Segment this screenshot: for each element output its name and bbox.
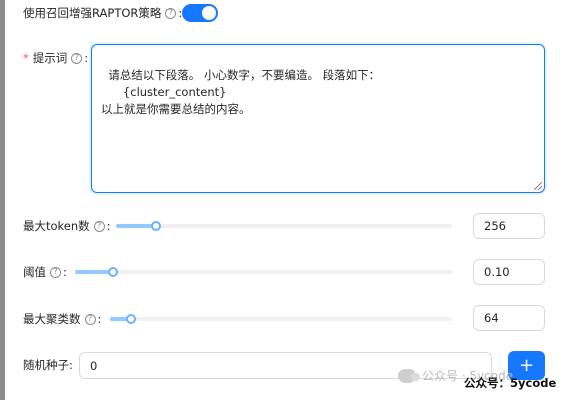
threshold-label: 阈值 bbox=[23, 265, 46, 279]
slider-rail bbox=[110, 317, 452, 321]
slider-track bbox=[116, 224, 157, 228]
help-icon[interactable]: ? bbox=[50, 266, 61, 278]
left-edge-bar bbox=[0, 0, 5, 400]
max-cluster-input[interactable]: 64 bbox=[473, 305, 545, 331]
max-token-input[interactable]: 256 bbox=[473, 213, 545, 239]
resize-handle[interactable] bbox=[534, 182, 542, 190]
max-token-label: 最大token数 bbox=[23, 219, 90, 233]
seed-label: 随机种子 bbox=[23, 358, 69, 372]
colon: : bbox=[106, 219, 111, 233]
watermark-text: 公众号：5ycode bbox=[464, 376, 557, 390]
wechat-icon bbox=[398, 368, 420, 383]
colon: : bbox=[97, 312, 102, 326]
seed-value: 0 bbox=[90, 358, 98, 373]
seed-label-row: 随机种子 : bbox=[23, 357, 77, 373]
raptor-label: 使用召回增强RAPTOR策略 bbox=[23, 6, 162, 20]
slider-rail bbox=[75, 270, 452, 274]
prompt-label: 提示词 bbox=[32, 51, 68, 65]
max-token-value: 256 bbox=[484, 219, 506, 233]
colon: : bbox=[69, 358, 73, 372]
prompt-textarea[interactable]: 请总结以下段落。 小心数字，不要编造。 段落如下： {cluster_conte… bbox=[91, 44, 545, 193]
prompt-text: 请总结以下段落。 小心数字，不要编造。 段落如下： {cluster_conte… bbox=[101, 68, 381, 116]
max-token-label-row: 最大token数 ? : bbox=[23, 218, 115, 234]
raptor-toggle[interactable] bbox=[182, 4, 218, 22]
prompt-label-row: * 提示词 ? : bbox=[23, 50, 92, 66]
raptor-row: 使用召回增强RAPTOR策略 ? : bbox=[23, 4, 186, 22]
max-cluster-slider[interactable] bbox=[110, 313, 452, 325]
max-cluster-value: 64 bbox=[484, 311, 499, 325]
slider-handle[interactable] bbox=[151, 221, 162, 231]
max-cluster-label-row: 最大聚类数 ? : bbox=[23, 311, 105, 327]
help-icon[interactable]: ? bbox=[165, 7, 177, 19]
help-icon[interactable]: ? bbox=[93, 220, 105, 232]
threshold-slider[interactable] bbox=[75, 266, 452, 278]
colon: : bbox=[63, 265, 67, 279]
slider-rail bbox=[116, 224, 452, 228]
toggle-knob bbox=[202, 6, 216, 20]
max-token-slider[interactable] bbox=[116, 220, 452, 232]
threshold-input[interactable]: 0.10 bbox=[473, 259, 545, 285]
colon: : bbox=[84, 51, 89, 65]
required-mark: * bbox=[23, 51, 29, 65]
threshold-value: 0.10 bbox=[484, 265, 510, 279]
slider-handle[interactable] bbox=[107, 267, 118, 277]
help-icon[interactable]: ? bbox=[71, 52, 83, 64]
max-cluster-label: 最大聚类数 bbox=[23, 312, 81, 326]
help-icon[interactable]: ? bbox=[84, 313, 96, 325]
threshold-label-row: 阈值 ? : bbox=[23, 264, 71, 280]
slider-handle[interactable] bbox=[125, 314, 136, 324]
